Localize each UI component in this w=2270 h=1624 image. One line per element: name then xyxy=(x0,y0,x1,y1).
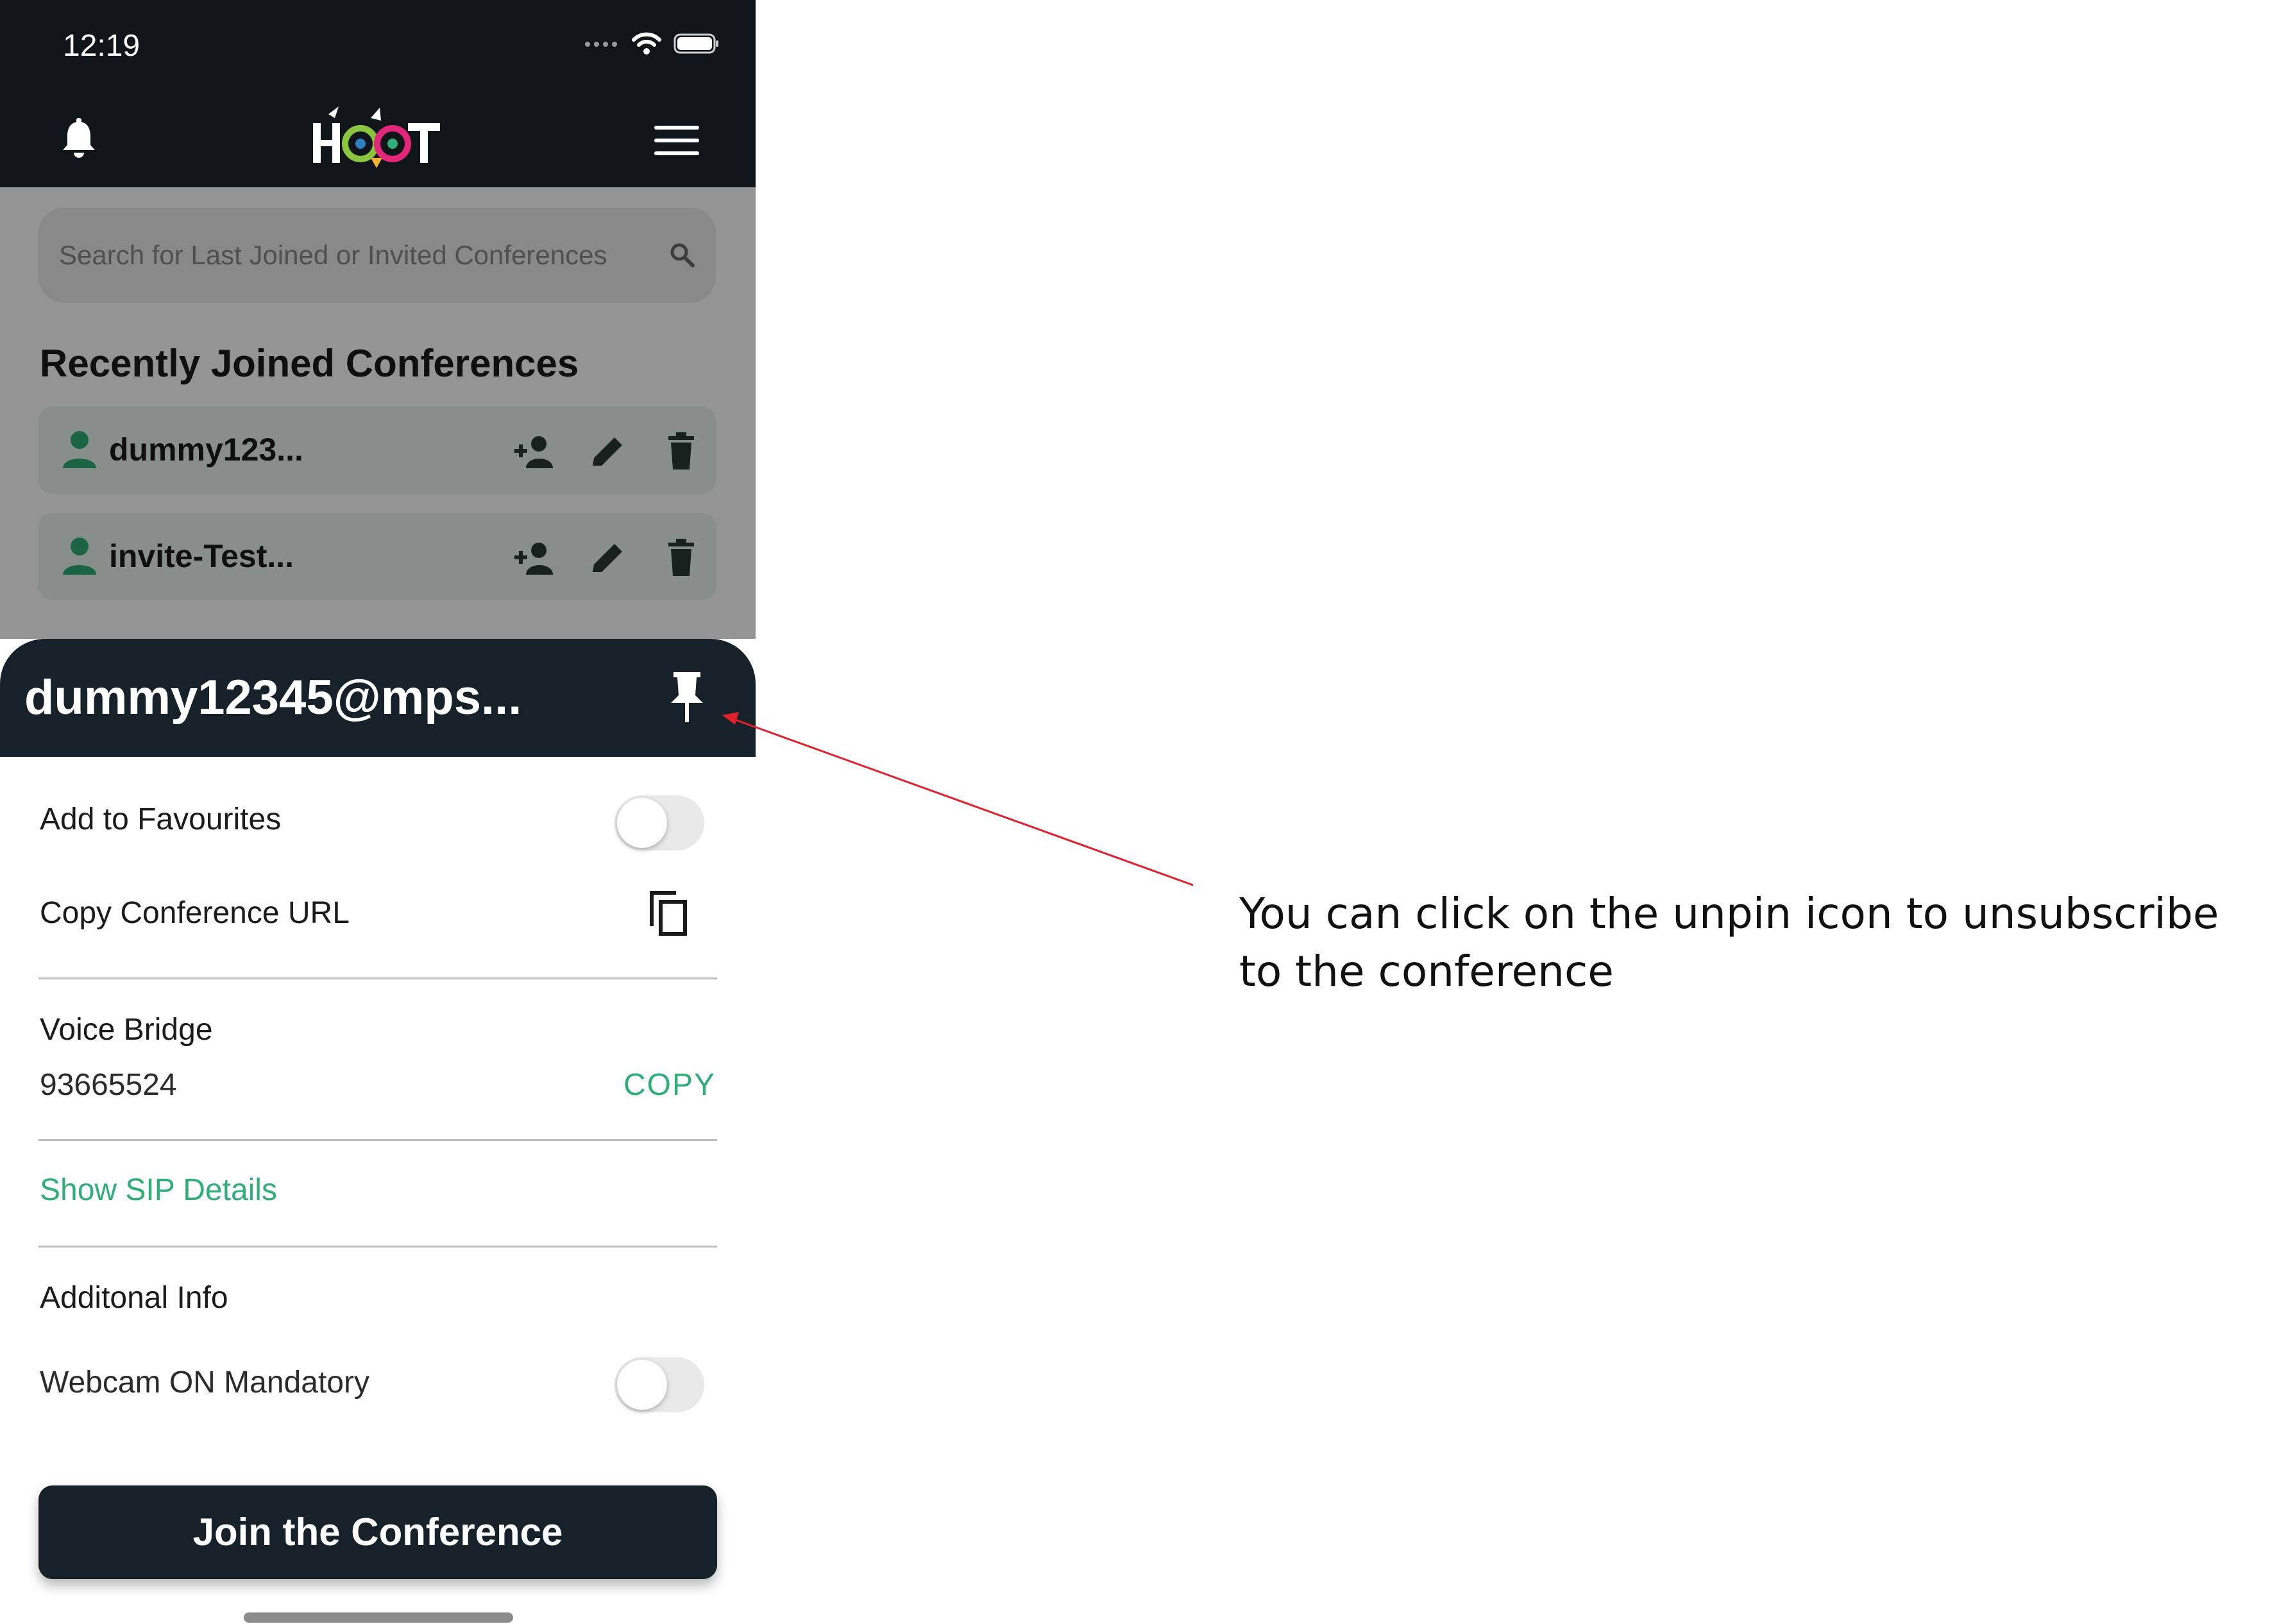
battery-icon xyxy=(673,33,718,54)
signal-icon xyxy=(585,42,617,47)
voice-bridge-number: 93665524 xyxy=(40,1068,177,1102)
hamburger-menu-icon[interactable] xyxy=(653,123,700,158)
conference-sheet-body: Add to Favourites Copy Conference URL Vo… xyxy=(0,757,756,1624)
webcam-mandatory-toggle[interactable] xyxy=(614,1357,704,1412)
copy-url-icon[interactable] xyxy=(648,890,689,936)
copy-voice-bridge-link[interactable]: COPY xyxy=(623,1067,716,1103)
unpin-icon[interactable] xyxy=(667,672,707,723)
top-navbar xyxy=(0,90,756,187)
copy-url-label: Copy Conference URL xyxy=(40,896,350,930)
divider xyxy=(38,1246,717,1248)
phone-screen: 12:19 Search for Last Joined or Invited … xyxy=(0,0,756,1624)
status-time: 12:19 xyxy=(63,29,140,63)
status-bar: 12:19 xyxy=(0,0,756,90)
voice-bridge-label: Voice Bridge xyxy=(40,1013,213,1047)
favourites-label: Add to Favourites xyxy=(40,802,282,836)
modal-backdrop[interactable] xyxy=(0,187,756,639)
favourites-toggle[interactable] xyxy=(614,795,704,850)
annotation-text: You can click on the unpin icon to unsub… xyxy=(1239,889,2219,996)
show-sip-details-link[interactable]: Show SIP Details xyxy=(40,1172,277,1208)
divider xyxy=(38,977,717,979)
join-conference-button[interactable]: Join the Conference xyxy=(38,1485,717,1579)
webcam-mandatory-label: Webcam ON Mandatory xyxy=(40,1366,369,1400)
additional-info-label: Additonal Info xyxy=(40,1281,228,1315)
wifi-icon xyxy=(632,32,661,55)
status-icons xyxy=(584,31,720,56)
conference-sheet-header: dummy12345@mps... xyxy=(0,639,756,757)
conference-sheet-title: dummy12345@mps... xyxy=(24,670,522,725)
toggle-knob xyxy=(617,798,667,848)
home-indicator xyxy=(244,1612,513,1623)
bell-icon[interactable] xyxy=(59,118,99,160)
hoot-logo xyxy=(313,106,440,168)
toggle-knob xyxy=(617,1360,667,1410)
divider xyxy=(38,1139,717,1141)
